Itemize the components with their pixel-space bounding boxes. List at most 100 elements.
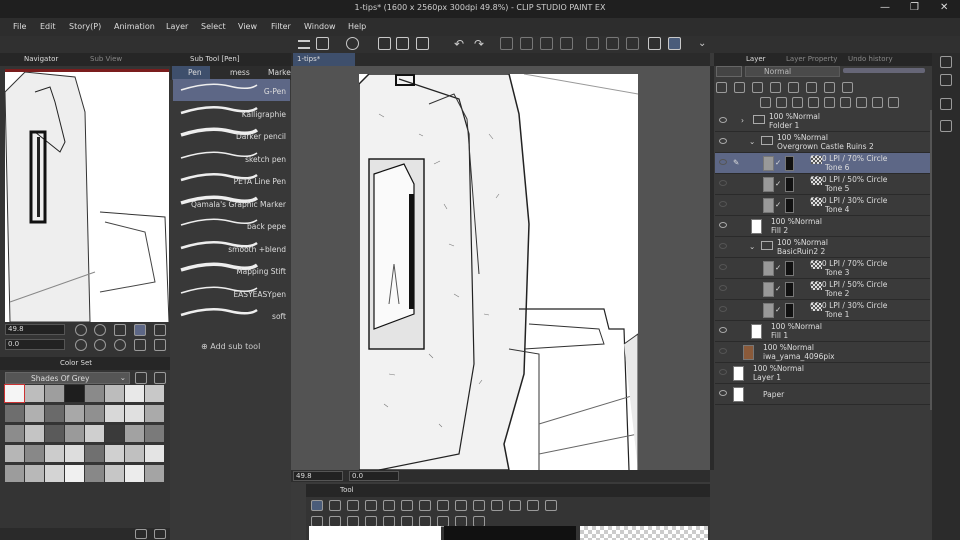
color-swatch[interactable] [125,465,144,482]
zoom-field[interactable]: 49.8 [5,324,65,335]
color-set-dropdown[interactable]: Shades Of Grey ⌄ [5,372,130,384]
add-sub-tool-button[interactable]: ⊕ Add sub tool [201,342,260,351]
eye-icon[interactable] [719,159,727,165]
color-swatch[interactable] [5,445,24,462]
eye-icon[interactable] [719,180,727,186]
actual-size-icon[interactable] [134,324,146,336]
color-swatch[interactable] [85,385,104,402]
tool-icon[interactable] [311,500,323,511]
brush-item[interactable]: back pepe [173,214,290,236]
color-swatch[interactable] [85,425,104,442]
tool-icon[interactable] [509,500,521,511]
color-swatch[interactable] [25,425,44,442]
menu-icon[interactable] [298,40,310,49]
color-swatch[interactable] [105,385,124,402]
transparent-swatch[interactable] [580,526,708,540]
dock-export-icon[interactable] [940,120,952,132]
layer-row[interactable]: Paper [715,384,930,405]
layer-tool-icon[interactable] [760,97,771,108]
color-swatch[interactable] [25,385,44,402]
color-swatch[interactable] [125,405,144,422]
brush-item[interactable]: smooth +blend [173,237,290,259]
color-swatch[interactable] [25,405,44,422]
rotate-right-icon[interactable] [94,339,106,351]
flip-vertical-icon[interactable] [154,339,166,351]
layer-tool-icon[interactable] [856,97,867,108]
tab-mess[interactable]: mess [230,68,250,77]
menu-filter[interactable]: Filter [271,22,291,31]
tool-icon[interactable] [419,500,431,511]
minimize-button[interactable]: — [880,2,890,13]
color-swatch[interactable] [45,405,64,422]
layer-tool-icon[interactable] [872,97,883,108]
layer-tool-icon[interactable] [806,82,817,93]
layer-tool-icon[interactable] [770,82,781,93]
canvas-paper[interactable] [359,74,638,470]
clip-studio-icon[interactable] [346,37,359,50]
brush-item[interactable]: Qamala's Graphic Marker [173,192,290,214]
color-swatch[interactable] [25,445,44,462]
menu-window[interactable]: Window [304,22,336,31]
tab-layer-property[interactable]: Layer Property [786,55,837,63]
tab-document[interactable]: 1-tips* [293,53,355,66]
tool-icon[interactable] [473,500,485,511]
tool-icon[interactable] [347,500,359,511]
layer-tool-icon[interactable] [788,82,799,93]
dock-add-icon[interactable] [940,98,952,110]
color-swatch[interactable] [85,465,104,482]
tab-pen[interactable]: Pen [188,68,202,77]
color-swatch[interactable] [105,425,124,442]
delete-color-icon[interactable] [154,529,166,539]
close-button[interactable]: ✕ [940,2,948,13]
brush-item[interactable]: EASYEASYpen [173,282,290,304]
add-color-icon[interactable] [135,529,147,539]
tab-navigator[interactable]: Navigator [24,55,58,63]
tool-icon[interactable] [383,500,395,511]
eye-icon[interactable] [719,306,727,312]
main-color-swatch[interactable] [309,526,441,540]
color-swatch[interactable] [105,445,124,462]
color-swatch[interactable] [145,425,164,442]
sub-color-swatch[interactable] [444,526,576,540]
menu-help[interactable]: Help [348,22,366,31]
tab-subview[interactable]: Sub View [90,55,122,63]
tab-color-set[interactable]: Color Set [60,359,92,367]
save-icon[interactable] [416,37,429,50]
color-swatch[interactable] [65,445,84,462]
layer-tool-icon[interactable] [842,82,853,93]
reset-rotation-icon[interactable] [114,339,126,351]
layer-row[interactable]: ✓ 60.0 LPI / 30% Circle Tone 4 [715,195,930,216]
tab-tool[interactable]: Tool [340,486,354,494]
color-swatch[interactable] [65,385,84,402]
snap-special-ruler-icon[interactable] [668,37,681,50]
layer-row[interactable]: 100 %Normal iwa_yama_4096pix [715,342,930,363]
maximize-button[interactable]: ❐ [910,2,919,13]
new-canvas-icon[interactable] [316,37,329,50]
color-set-menu-icon[interactable] [154,372,166,384]
color-swatch[interactable] [45,465,64,482]
rotation-field[interactable]: 0.0 [5,339,65,350]
eye-icon[interactable] [719,138,727,144]
tool-icon[interactable] [545,500,557,511]
brush-item[interactable]: G-Pen [173,79,290,101]
navigator-preview[interactable] [5,72,169,322]
fit-window-icon[interactable] [154,324,166,336]
color-swatch[interactable] [25,465,44,482]
color-swatch[interactable] [105,465,124,482]
rotate-left-icon[interactable] [75,339,87,351]
brush-item[interactable]: sketch pen [173,147,290,169]
tool-icon[interactable] [365,500,377,511]
transform-icon[interactable] [586,37,599,50]
layer-tool-icon[interactable] [888,97,899,108]
color-swatch[interactable] [5,405,24,422]
tool-icon[interactable] [329,500,341,511]
layer-row[interactable]: ✎ ✓ 60.0 LPI / 70% Circle Tone 6 [715,153,930,174]
blend-color-button[interactable] [716,66,742,77]
tool-icon[interactable] [401,500,413,511]
brush-item[interactable]: Kalligraphie [173,102,290,124]
layer-row[interactable]: › 100 %Normal Folder 1 [715,111,930,132]
layer-row[interactable]: ✓ 60.0 LPI / 70% Circle Tone 3 [715,258,930,279]
clear-icon[interactable] [500,37,513,50]
color-swatch[interactable] [65,405,84,422]
menu-file[interactable]: File [13,22,26,31]
